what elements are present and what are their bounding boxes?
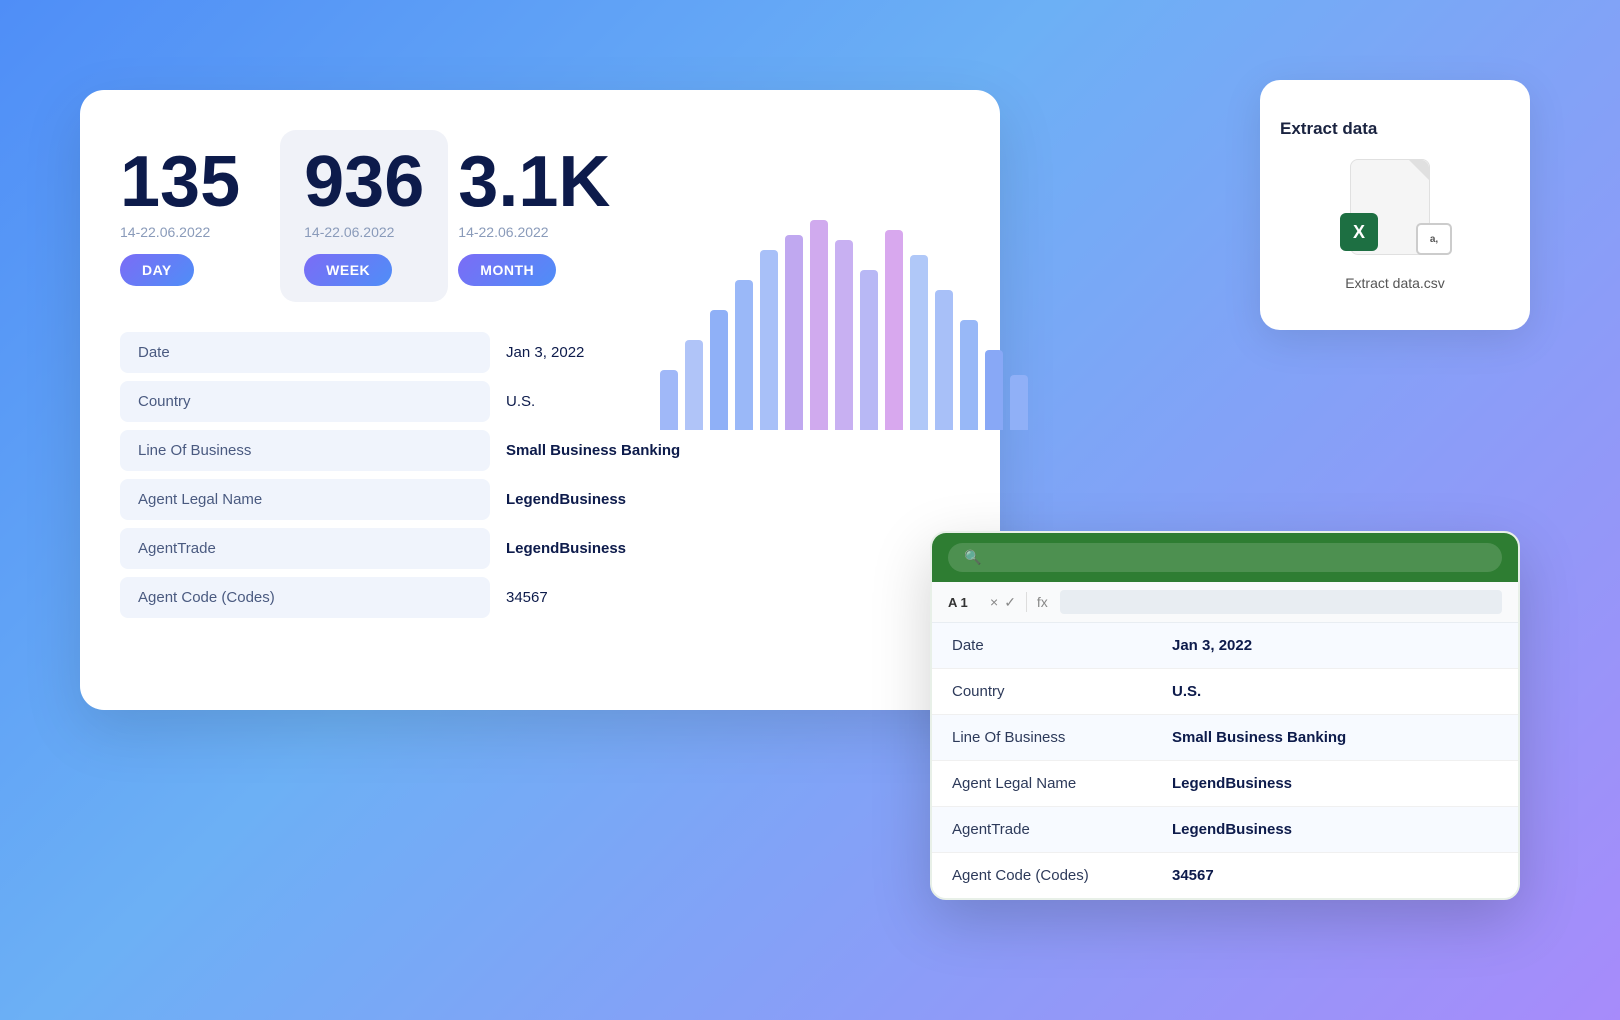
month-button[interactable]: MONTH (458, 254, 556, 286)
cancel-formula-icon[interactable]: × (990, 594, 998, 610)
chart-bar-12 (960, 320, 978, 430)
ss-row-value: Small Business Banking (1172, 729, 1498, 746)
fx-icon: fx (1037, 594, 1048, 610)
search-bar[interactable]: 🔍 (948, 543, 1502, 572)
formula-separator (1026, 592, 1027, 612)
spreadsheet-header: 🔍 (932, 533, 1518, 582)
bar-chart (660, 210, 960, 430)
chart-bar-0 (660, 370, 678, 430)
ss-row-label: Date (952, 637, 1172, 654)
chart-bar-1 (685, 340, 703, 430)
row-label: Agent Legal Name (120, 479, 490, 520)
row-value: LegendBusiness (506, 491, 626, 508)
chart-bar-7 (835, 240, 853, 430)
ss-row-value: LegendBusiness (1172, 821, 1498, 838)
ss-row-value: Jan 3, 2022 (1172, 637, 1498, 654)
row-label: AgentTrade (120, 528, 490, 569)
stat-month-number: 3.1K (458, 146, 610, 218)
row-label: Country (120, 381, 490, 422)
table-row: AgentTrade LegendBusiness (120, 528, 960, 569)
ss-row-label: Agent Code (Codes) (952, 867, 1172, 884)
week-button[interactable]: WEEK (304, 254, 392, 286)
analytics-card: 135 14-22.06.2022 DAY 936 14-22.06.2022 … (80, 90, 1000, 710)
ss-row-label: Line Of Business (952, 729, 1172, 746)
chart-bar-6 (810, 220, 828, 430)
spreadsheet-row: Line Of BusinessSmall Business Banking (932, 715, 1518, 761)
spreadsheet-row: DateJan 3, 2022 (932, 623, 1518, 669)
cell-reference: A 1 (948, 595, 978, 610)
stat-week: 936 14-22.06.2022 WEEK (280, 130, 448, 302)
spreadsheet-row: Agent Code (Codes)34567 (932, 853, 1518, 898)
ss-row-label: Country (952, 683, 1172, 700)
spreadsheet-row: CountryU.S. (932, 669, 1518, 715)
row-label: Agent Code (Codes) (120, 577, 490, 618)
extract-filename: Extract data.csv (1345, 275, 1445, 291)
stat-month-date: 14-22.06.2022 (458, 224, 548, 240)
ss-row-label: Agent Legal Name (952, 775, 1172, 792)
row-value: Jan 3, 2022 (506, 344, 584, 361)
chart-bar-10 (910, 255, 928, 430)
formula-controls: × ✓ fx (990, 592, 1048, 612)
chart-bar-13 (985, 350, 1003, 430)
extract-card-title: Extract data (1280, 119, 1377, 139)
chart-bar-3 (735, 280, 753, 430)
row-value: Small Business Banking (506, 442, 680, 459)
csv-badge: a, (1416, 223, 1452, 255)
confirm-formula-icon[interactable]: ✓ (1004, 594, 1016, 611)
chart-bar-11 (935, 290, 953, 430)
spreadsheet-row: Agent Legal NameLegendBusiness (932, 761, 1518, 807)
chart-bar-8 (860, 270, 878, 430)
formula-input[interactable] (1060, 590, 1502, 614)
table-row: Agent Code (Codes) 34567 (120, 577, 960, 618)
ss-row-value: U.S. (1172, 683, 1498, 700)
day-button[interactable]: DAY (120, 254, 194, 286)
ss-row-value: 34567 (1172, 867, 1498, 884)
chart-bar-9 (885, 230, 903, 430)
stat-month: 3.1K 14-22.06.2022 MONTH (458, 130, 640, 302)
row-label: Line Of Business (120, 430, 490, 471)
stat-day-date: 14-22.06.2022 (120, 224, 210, 240)
ss-row-value: LegendBusiness (1172, 775, 1498, 792)
formula-bar: A 1 × ✓ fx (932, 582, 1518, 623)
row-value: LegendBusiness (506, 540, 626, 557)
stat-week-number: 936 (304, 146, 424, 218)
stat-day: 135 14-22.06.2022 DAY (120, 130, 270, 302)
extract-card: Extract data X a, Extract data.csv (1260, 80, 1530, 330)
ss-row-label: AgentTrade (952, 821, 1172, 838)
row-label: Date (120, 332, 490, 373)
chart-bar-14 (1010, 375, 1028, 430)
spreadsheet-body: DateJan 3, 2022CountryU.S.Line Of Busine… (932, 623, 1518, 898)
excel-badge: X (1340, 213, 1378, 251)
stat-week-date: 14-22.06.2022 (304, 224, 394, 240)
chart-bar-5 (785, 235, 803, 430)
table-row: Agent Legal Name LegendBusiness (120, 479, 960, 520)
row-value: U.S. (506, 393, 535, 410)
search-icon: 🔍 (964, 549, 981, 566)
chart-bar-4 (760, 250, 778, 430)
spreadsheet-row: AgentTradeLegendBusiness (932, 807, 1518, 853)
chart-bar-2 (710, 310, 728, 430)
spreadsheet-card: 🔍 A 1 × ✓ fx DateJan 3, 2022CountryU.S.L… (930, 531, 1520, 900)
table-row: Line Of Business Small Business Banking (120, 430, 960, 471)
row-value: 34567 (506, 589, 548, 606)
stat-day-number: 135 (120, 146, 240, 218)
file-icon: X a, (1350, 159, 1440, 259)
